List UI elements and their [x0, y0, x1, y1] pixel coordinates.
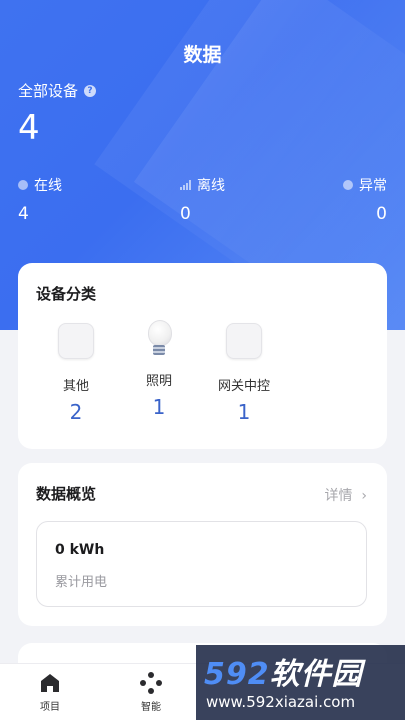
signal-icon: [180, 180, 191, 190]
stat-offline-label: 离线: [197, 178, 225, 194]
data-overview-card: 数据概览 详情 › 0 kWh 累计用电: [18, 463, 387, 626]
category-item-gateway[interactable]: 网关中控 1: [204, 323, 284, 424]
nav-item-project[interactable]: 项目: [20, 672, 80, 713]
category-count: 1: [237, 400, 251, 424]
category-item-other[interactable]: 其他 2: [36, 323, 116, 424]
chevron-right-icon: ›: [356, 488, 367, 504]
category-item-lighting[interactable]: 照明 1: [119, 320, 199, 419]
category-label: 其他: [62, 379, 89, 394]
stat-abnormal-label: 异常: [359, 178, 387, 194]
page-title: 数据: [183, 44, 222, 66]
all-devices-label: 全部设备: [18, 82, 79, 100]
watermark-url: www.592xiazai.com: [206, 693, 356, 711]
watermark-logo: 592软件园: [204, 657, 363, 692]
help-icon[interactable]: ?: [84, 84, 97, 97]
stat-offline: 离线 0: [180, 175, 225, 224]
device-category-card: 设备分类 其他 2 照明 1 网关中控 1: [18, 263, 387, 449]
energy-label: 累计用电: [55, 575, 108, 590]
check-circle-icon: [18, 180, 28, 190]
nav-label: 项目: [40, 702, 60, 713]
nav-label: 智能: [141, 702, 161, 713]
all-devices-label-row: 全部设备 ?: [18, 80, 97, 101]
stat-online-value: 4: [18, 204, 29, 224]
nav-item-smart[interactable]: 智能: [121, 672, 181, 713]
category-count: 2: [69, 400, 83, 424]
category-label: 网关中控: [217, 379, 270, 394]
stat-online: 在线 4: [18, 175, 62, 224]
details-label: 详情: [324, 488, 353, 504]
stat-online-label: 在线: [34, 178, 62, 194]
energy-usage-box[interactable]: 0 kWh 累计用电: [36, 521, 367, 607]
warning-circle-icon: [343, 180, 353, 190]
total-device-count: 4: [18, 108, 40, 148]
device-square-icon: [226, 323, 262, 359]
device-square-icon: [58, 323, 94, 359]
stat-abnormal-value: 0: [376, 204, 387, 224]
stat-abnormal: 异常 0: [343, 175, 387, 224]
bulb-icon: [142, 320, 176, 360]
dots-icon: [140, 672, 162, 694]
device-category-title: 设备分类: [36, 285, 97, 303]
details-link[interactable]: 详情 ›: [324, 485, 367, 505]
stat-offline-value: 0: [180, 204, 191, 224]
category-label: 照明: [145, 374, 172, 389]
category-count: 1: [152, 395, 166, 419]
energy-value: 0 kWh: [55, 542, 105, 558]
data-overview-title: 数据概览: [36, 485, 97, 503]
home-icon: [39, 672, 61, 694]
watermark: 592软件园 www.592xiazai.com: [196, 645, 405, 720]
